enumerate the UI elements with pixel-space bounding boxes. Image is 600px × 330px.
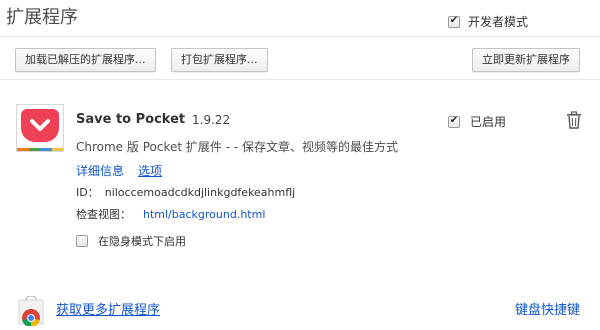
chrome-web-store-icon bbox=[17, 296, 45, 326]
enabled-label: 已启用 bbox=[470, 113, 506, 130]
extension-name: Save to Pocket bbox=[76, 112, 185, 127]
pack-extension-button[interactable]: 打包扩展程序... bbox=[171, 48, 268, 72]
allow-incognito-checkbox[interactable] bbox=[76, 235, 88, 247]
pocket-icon-stripe bbox=[17, 148, 63, 151]
allow-incognito-label: 在隐身模式下启用 bbox=[98, 233, 186, 249]
update-extensions-button[interactable]: 立即更新扩展程序 bbox=[472, 48, 580, 72]
extension-id-value: niloccemoadcdkdjlinkgdfekeahmflj bbox=[105, 186, 296, 199]
extension-id-label: ID： bbox=[76, 186, 99, 199]
details-link[interactable]: 详细信息 bbox=[76, 162, 124, 179]
options-link[interactable]: 选项 bbox=[138, 162, 162, 179]
inspect-views-label: 检查视图： bbox=[76, 208, 131, 221]
trash-icon[interactable] bbox=[566, 111, 582, 129]
load-unpacked-button[interactable]: 加载已解压的扩展程序... bbox=[15, 48, 156, 72]
extension-version: 1.9.22 bbox=[192, 113, 230, 127]
developer-mode-toggle[interactable]: 开发者模式 bbox=[448, 13, 528, 30]
divider bbox=[0, 79, 600, 80]
developer-mode-checkbox[interactable] bbox=[448, 16, 460, 28]
pocket-icon bbox=[16, 104, 64, 152]
divider bbox=[0, 36, 600, 37]
developer-mode-label: 开发者模式 bbox=[468, 13, 528, 30]
inspect-views-row: 检查视图： html/background.html bbox=[76, 206, 265, 222]
page-title: 扩展程序 bbox=[6, 3, 78, 29]
allow-incognito-toggle[interactable]: 在隐身模式下启用 bbox=[76, 233, 186, 249]
enabled-checkbox[interactable] bbox=[448, 116, 460, 128]
enabled-toggle[interactable]: 已启用 bbox=[448, 113, 506, 130]
background-page-link[interactable]: html/background.html bbox=[143, 208, 265, 221]
keyboard-shortcuts-link[interactable]: 键盘快捷键 bbox=[515, 299, 580, 318]
get-more-extensions-link[interactable]: 获取更多扩展程序 bbox=[56, 299, 160, 318]
extension-id-row: ID： niloccemoadcdkdjlinkgdfekeahmflj bbox=[76, 184, 295, 200]
extension-description: Chrome 版 Pocket 扩展件 - - 保存文章、视频等的最佳方式 bbox=[76, 138, 398, 155]
